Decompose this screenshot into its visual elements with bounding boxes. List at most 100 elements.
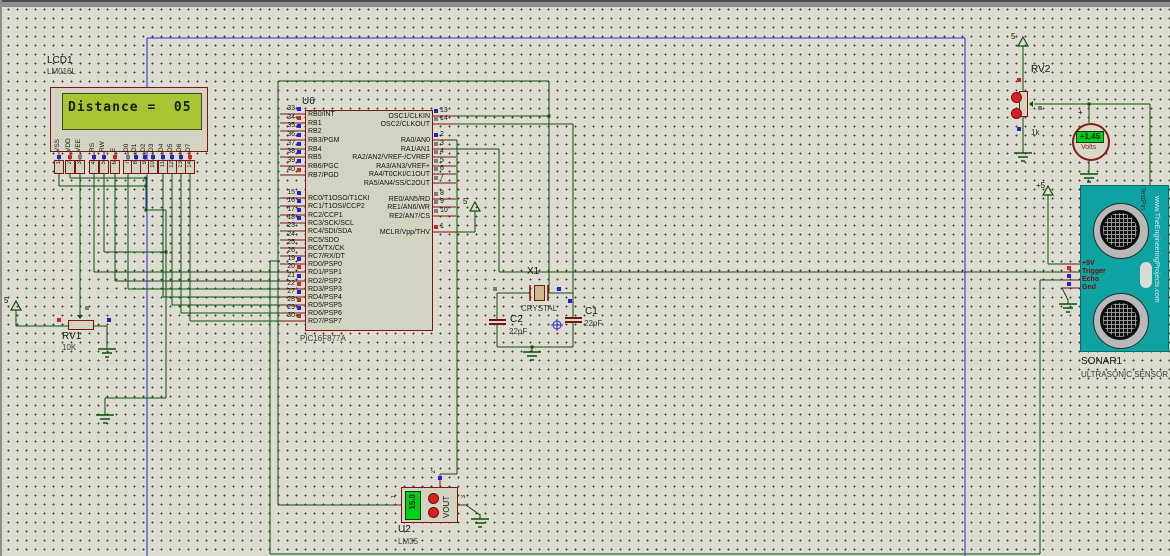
node-marker <box>493 287 497 291</box>
wire <box>1062 288 1068 300</box>
mcu-pin-number: 3 <box>440 140 444 147</box>
rv1-value: 10K <box>62 343 76 352</box>
rv2-decrement-button[interactable] <box>1011 108 1022 119</box>
power-arrow-icon <box>11 301 21 310</box>
schematic-canvas[interactable]: LCD1 LM016L Distance = 05 U6 PIC16F877A … <box>0 0 1170 556</box>
mcu-pin-label: RA2/AN2/VREF-/CVREF <box>310 154 430 161</box>
crystal-value: CRYSTAL <box>521 304 557 313</box>
sonar-transmitter <box>1093 203 1149 259</box>
lm35-pin3-number: 3 <box>460 495 468 498</box>
lcd-pin-label: D4 <box>158 126 166 152</box>
lm35-increment-button[interactable] <box>428 493 439 504</box>
lcd-pin-label: RW <box>99 126 107 152</box>
node-marker <box>107 318 111 322</box>
mcu-pin-number: 26 <box>281 247 295 254</box>
mcu-pin-number: 33 <box>281 105 295 112</box>
pin-state-square <box>102 155 106 159</box>
mcu-pin-number: 14 <box>440 115 448 122</box>
mcu-pin-number: 1 <box>440 223 444 230</box>
rv1-potentiometer[interactable] <box>68 320 94 330</box>
rv2-ref: RV2 <box>1031 64 1050 75</box>
pin-state-square <box>434 117 438 121</box>
pin-state-square <box>434 209 438 213</box>
pin-state-square <box>113 155 117 159</box>
rv2-increment-button[interactable] <box>1011 92 1022 103</box>
node-marker <box>85 306 89 310</box>
lcd-pin-label: D7 <box>185 126 193 152</box>
cap2-value: 22pF <box>509 327 527 336</box>
node-marker <box>57 318 61 322</box>
pin-state-square <box>297 314 301 318</box>
pin-state-square <box>297 150 301 154</box>
pin-state-square <box>151 155 155 159</box>
lm35-decrement-button[interactable] <box>428 507 439 518</box>
mcu-pin-number: 22 <box>281 280 295 287</box>
mcu-ref: U6 <box>302 96 315 107</box>
mcu-pin-number: 2 <box>440 131 444 138</box>
mcu-pin-number: 8 <box>440 190 444 197</box>
pin-state-square <box>297 282 301 286</box>
mcu-pin-number: 15 <box>281 189 295 196</box>
lcd-pin-label: VEE <box>75 126 83 152</box>
lcd-display-text: Distance = 05 <box>63 94 201 115</box>
voltmeter-plus-terminal: + <box>1078 108 1083 117</box>
sonar-testpin-label: TestPin <box>1138 187 1146 210</box>
mcu-pin-number: 21 <box>281 272 295 279</box>
pin-state-square <box>434 176 438 180</box>
lcd-pin-label: RS <box>89 126 97 152</box>
sonar-pin-label: Gnd <box>1082 284 1096 291</box>
sonar-pin-label: +5V <box>1082 260 1095 267</box>
power-arrow-icon <box>470 202 480 211</box>
mcu-pin-number: 20 <box>281 263 295 270</box>
sonar-receiver <box>1093 293 1149 349</box>
mcu-pin-label: RD6/PSP6 <box>308 310 342 317</box>
sonar-oval-detail <box>1140 262 1152 288</box>
mcu-pin-number: 19 <box>281 255 295 262</box>
pin-state-square <box>297 133 301 137</box>
lm35-display: 15.0 <box>405 491 421 520</box>
pin-state-square <box>134 155 138 159</box>
node-marker <box>568 299 572 303</box>
pin-state-square <box>297 306 301 310</box>
lcd-pin-number-box: 5 <box>99 160 109 174</box>
mcu-pin-label: RA3/AN3/VREF+ <box>310 163 430 170</box>
mcu-pin-label: RE0/AN5/RD <box>310 196 430 203</box>
pin-state-square <box>297 142 301 146</box>
mcu-pin-number: 23 <box>281 222 295 229</box>
lm35-part: LM35 <box>398 537 418 546</box>
pin-state-square <box>297 168 301 172</box>
wiper-arrow-icon <box>77 315 83 319</box>
pin-state-square <box>297 116 301 120</box>
pin-state-square <box>434 167 438 171</box>
power-label: 5 <box>4 296 8 305</box>
lcd-pin-number-box: 10 <box>148 160 158 174</box>
lcd-pin-label: E <box>110 126 118 152</box>
lm35-pin2-number: 2 <box>430 470 438 473</box>
pin-state-square <box>297 265 301 269</box>
pin-state-square <box>434 159 438 163</box>
pin-state-square <box>297 274 301 278</box>
crystal-ref: X1 <box>527 266 539 277</box>
crystal-body[interactable] <box>534 285 545 301</box>
wiper-arrow-icon <box>1029 101 1033 107</box>
node-marker <box>557 287 561 291</box>
sonar-brand-url: www.TheEngineeringProjects.com <box>1152 196 1160 303</box>
voltmeter-display: +1.45 <box>1076 131 1104 143</box>
mcu-pin-number: 36 <box>281 131 295 138</box>
lcd-screen: Distance = 05 <box>62 93 202 130</box>
lcd-pin-label: D2 <box>140 126 148 152</box>
rv1-ref: RV1 <box>62 331 81 342</box>
pin-state-square <box>1067 282 1071 286</box>
mcu-pin-number: 39 <box>281 157 295 164</box>
pin-state-square <box>92 155 96 159</box>
junction-dot <box>548 115 551 118</box>
pin-state-square <box>126 155 130 159</box>
mcu-pin-label: RC5/SDO <box>308 237 339 244</box>
window-left-edge <box>0 0 2 556</box>
lcd-pin-number-box: 14 <box>185 160 195 174</box>
pin-state-square <box>434 109 438 113</box>
junction-dot <box>165 251 168 254</box>
pin-state-square <box>143 155 147 159</box>
pin-state-square <box>434 150 438 154</box>
mcu-pin-label: RD5/PSP5 <box>308 302 342 309</box>
